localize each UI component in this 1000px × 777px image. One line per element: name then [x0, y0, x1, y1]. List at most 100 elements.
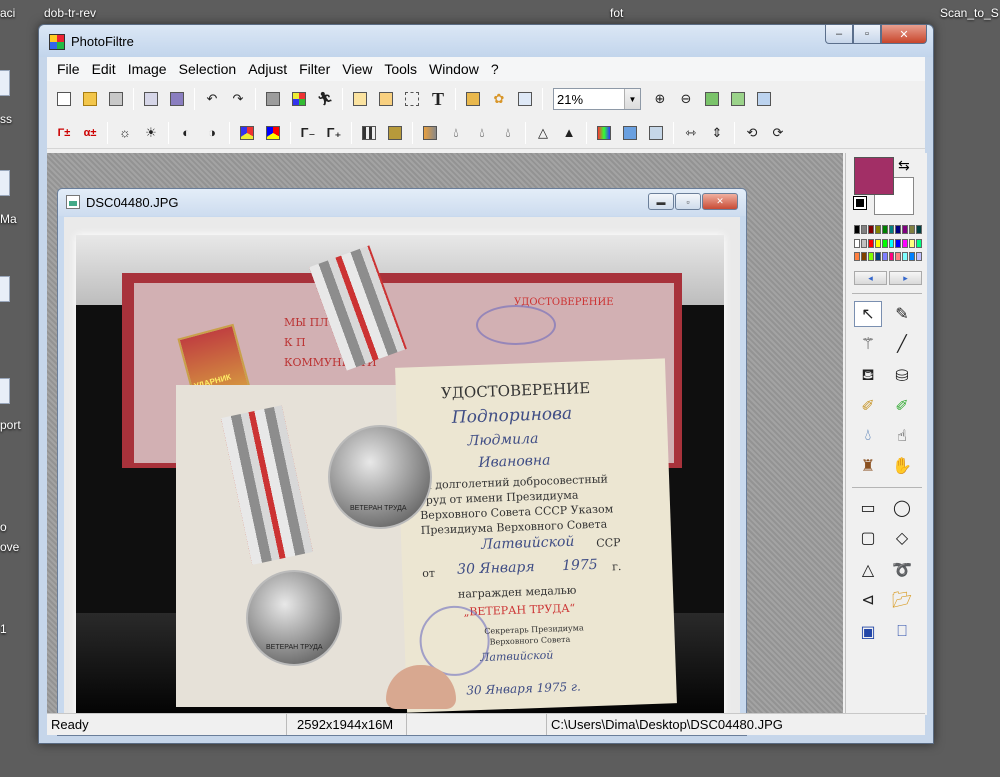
palette-swatch[interactable]	[916, 238, 922, 248]
triangle-filter-icon[interactable]: △	[532, 122, 554, 144]
selection-info-icon[interactable]: ⎕	[888, 619, 916, 645]
foreground-color-swatch[interactable]	[854, 157, 894, 195]
auto-levels-icon[interactable]: Γ±	[53, 122, 75, 144]
flip-vertical-icon[interactable]: ⇕	[706, 122, 728, 144]
palette-swatch[interactable]	[854, 225, 860, 234]
new-file-icon[interactable]	[53, 88, 75, 110]
fit-window-icon[interactable]	[701, 88, 723, 110]
maximize-button[interactable]: ▫	[853, 25, 881, 44]
saturation-minus-icon[interactable]	[236, 122, 258, 144]
menu-filter[interactable]: Filter	[293, 61, 336, 77]
menu-tools[interactable]: Tools	[378, 61, 423, 77]
palette-swatch[interactable]	[860, 252, 867, 262]
image-canvas[interactable]: МЫ ПЛ К П КОММУНИСТИ УДОСТОВЕРЕНИЕ УДАРН…	[64, 217, 740, 729]
save-icon[interactable]	[105, 88, 127, 110]
gamma-plus-icon[interactable]: Γ₊	[323, 122, 345, 144]
desktop-label[interactable]: port	[0, 418, 21, 432]
palette-swatch[interactable]	[888, 252, 895, 262]
palette-swatch[interactable]	[860, 225, 867, 234]
menu-edit[interactable]: Edit	[86, 61, 122, 77]
title-bar[interactable]: PhotoFiltre ‒ ▫ ✕	[39, 25, 933, 57]
smudge-tool-icon[interactable]: ☝	[888, 423, 916, 449]
sharpen-icon[interactable]: 💧︎	[471, 122, 493, 144]
desktop-label[interactable]: fot	[610, 6, 623, 20]
sharpen-more-icon[interactable]: 💧︎	[497, 122, 519, 144]
print-icon[interactable]	[140, 88, 162, 110]
palette-swatch[interactable]	[854, 252, 860, 262]
reset-colors-icon[interactable]	[853, 196, 867, 210]
palette-swatch[interactable]	[902, 238, 909, 248]
sepia-icon[interactable]	[384, 122, 406, 144]
desktop-label[interactable]: aci	[0, 6, 15, 20]
contrast-plus-icon[interactable]: ◑	[201, 122, 223, 144]
open-folder-icon[interactable]	[79, 88, 101, 110]
blur-tool-icon[interactable]: 💧︎	[854, 423, 882, 449]
selection-mode-icon[interactable]: ▣	[854, 619, 882, 645]
desktop-file-icon[interactable]	[0, 276, 10, 302]
ellipse-shape-icon[interactable]: ◯	[888, 495, 916, 521]
magic-wand-tool-icon[interactable]: ⚚	[854, 331, 882, 357]
explorer-icon[interactable]	[462, 88, 484, 110]
doc-close-button[interactable]: ✕	[702, 193, 738, 210]
menu-image[interactable]: Image	[122, 61, 173, 77]
palette-swatch[interactable]	[888, 238, 895, 248]
desktop-label[interactable]: o	[0, 520, 7, 534]
plugin-icon[interactable]: ✿	[488, 88, 510, 110]
menu-selection[interactable]: Selection	[173, 61, 243, 77]
palette-swatch[interactable]	[881, 225, 888, 234]
zoom-select[interactable]: 21% ▼	[553, 88, 641, 110]
auto-contrast-icon[interactable]: α±	[79, 122, 101, 144]
rotate-right-icon[interactable]: ⟳	[767, 122, 789, 144]
polygon-shape-icon[interactable]: ⊲	[854, 587, 882, 613]
chevron-down-icon[interactable]: ▼	[624, 89, 640, 109]
copy-icon[interactable]	[349, 88, 371, 110]
open-shape-icon[interactable]: 📂︎	[888, 587, 916, 613]
brightness-minus-icon[interactable]: ☼	[114, 122, 136, 144]
line-tool-icon[interactable]: ╱	[888, 331, 916, 357]
rectangle-shape-icon[interactable]: ▭	[854, 495, 882, 521]
palette-swatch[interactable]	[881, 252, 888, 262]
palette-swatch[interactable]	[902, 225, 909, 234]
fullscreen-icon[interactable]	[753, 88, 775, 110]
scan-icon[interactable]	[166, 88, 188, 110]
zoom-out-icon[interactable]: ⊖	[675, 88, 697, 110]
color-grid-icon[interactable]	[288, 88, 310, 110]
pointer-tool-icon[interactable]: ↖	[854, 301, 882, 327]
advanced-brush-tool-icon[interactable]: ✐	[888, 393, 916, 419]
desktop-file-icon[interactable]	[0, 70, 10, 96]
desktop-label[interactable]: ove	[0, 540, 19, 554]
palette-swatch[interactable]	[895, 238, 902, 248]
color-adjust-icon[interactable]	[593, 122, 615, 144]
rounded-rectangle-shape-icon[interactable]: ▢	[854, 525, 882, 551]
brush-tool-icon[interactable]: ✐	[854, 393, 882, 419]
doc-maximize-button[interactable]: ▫	[675, 193, 701, 210]
desktop-label[interactable]: ss	[0, 112, 12, 126]
redo-icon[interactable]: ↷	[227, 88, 249, 110]
hand-tool-icon[interactable]: ✋	[888, 453, 916, 479]
swap-colors-icon[interactable]: ⇆	[898, 157, 910, 174]
fill-bucket-tool-icon[interactable]: ⛾	[854, 363, 882, 389]
menu-window[interactable]: Window	[423, 61, 485, 77]
palette-swatch[interactable]	[895, 252, 902, 262]
palette-swatch[interactable]	[888, 225, 895, 234]
triangle-shape-icon[interactable]: △	[854, 557, 882, 583]
grayscale-icon[interactable]	[358, 122, 380, 144]
desktop-label[interactable]: Scan_to_S	[940, 6, 999, 20]
contrast-minus-icon[interactable]: ◐	[175, 122, 197, 144]
zoom-in-icon[interactable]: ⊕	[649, 88, 671, 110]
soften-icon[interactable]: 💧︎	[445, 122, 467, 144]
palette-swatch[interactable]	[916, 225, 922, 234]
palette-swatch[interactable]	[867, 252, 874, 262]
actual-size-icon[interactable]	[727, 88, 749, 110]
palette-swatch[interactable]	[895, 225, 902, 234]
paste-icon[interactable]	[262, 88, 284, 110]
crop-select-icon[interactable]	[401, 88, 423, 110]
spray-tool-icon[interactable]: ⛁	[888, 363, 916, 389]
menu-view[interactable]: View	[336, 61, 378, 77]
document-title-bar[interactable]: DSC04480.JPG ▬ ▫ ✕	[58, 189, 746, 216]
desktop-file-icon[interactable]	[0, 378, 10, 404]
palette-swatch[interactable]	[874, 238, 881, 248]
palette-swatch[interactable]	[909, 225, 916, 234]
clone-stamp-tool-icon[interactable]: ♜	[854, 453, 882, 479]
desktop-file-icon[interactable]	[0, 170, 10, 196]
